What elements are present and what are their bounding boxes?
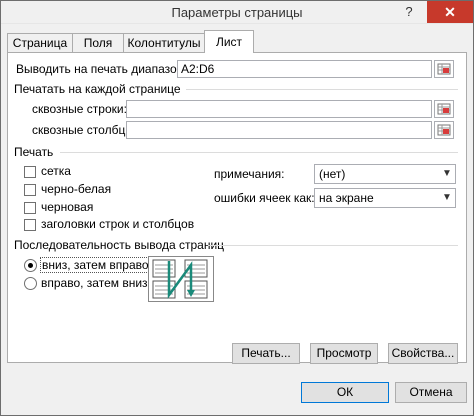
- down-then-over-label: вниз, затем вправо: [40, 257, 151, 273]
- range-selector-icon: [437, 103, 451, 115]
- columns-to-repeat-label: сквозные столбцы:: [32, 123, 138, 137]
- title-bar: Параметры страницы ? ✕: [1, 1, 473, 24]
- ok-button[interactable]: ОК: [301, 382, 389, 403]
- chevron-down-icon: ▼: [442, 192, 452, 203]
- comments-value: (нет): [319, 167, 346, 181]
- black-white-checkbox[interactable]: [24, 184, 36, 196]
- tab-header-footer[interactable]: Колонтитулы: [123, 33, 205, 52]
- section-divider: [208, 245, 458, 246]
- comments-label: примечания:: [214, 167, 285, 181]
- row-col-headings-checkbox[interactable]: [24, 219, 36, 231]
- comments-select[interactable]: (нет) ▼: [314, 164, 456, 184]
- print-preview-button[interactable]: Просмотр: [310, 343, 378, 364]
- black-white-label: черно-белая: [41, 182, 112, 196]
- rows-range-button[interactable]: [434, 100, 454, 118]
- print-titles-heading: Печатать на каждой странице: [14, 82, 181, 96]
- columns-to-repeat-input[interactable]: [126, 121, 432, 139]
- row-col-headings-label: заголовки строк и столбцов: [41, 217, 195, 231]
- tab-margins[interactable]: Поля: [72, 33, 124, 52]
- print-area-input[interactable]: A2:D6: [177, 60, 432, 78]
- draft-quality-label: черновая: [41, 200, 94, 214]
- range-selector-icon: [437, 124, 451, 136]
- print-heading: Печать: [14, 145, 54, 159]
- columns-range-button[interactable]: [434, 121, 454, 139]
- cell-errors-label: ошибки ячеек как:: [214, 191, 315, 205]
- chevron-down-icon: ▼: [442, 168, 452, 179]
- page-setup-dialog: Параметры страницы ? ✕ Страница Поля Кол…: [0, 0, 474, 416]
- down-then-over-radio[interactable]: [24, 259, 37, 272]
- section-divider: [186, 89, 458, 90]
- gridlines-checkbox[interactable]: [24, 166, 36, 178]
- tab-sheet[interactable]: Лист: [204, 30, 254, 53]
- section-divider: [60, 152, 458, 153]
- gridlines-label: сетка: [41, 164, 71, 178]
- cell-errors-select[interactable]: на экране ▼: [314, 188, 456, 208]
- help-button[interactable]: ?: [399, 3, 419, 21]
- print-area-range-button[interactable]: [434, 60, 454, 78]
- print-area-label: Выводить на печать диапазон:: [16, 62, 187, 76]
- cancel-button[interactable]: Отмена: [395, 382, 467, 403]
- close-button[interactable]: ✕: [427, 1, 473, 23]
- range-selector-icon: [437, 63, 451, 75]
- over-then-down-radio[interactable]: [24, 277, 37, 290]
- options-button[interactable]: Свойства...: [388, 343, 458, 364]
- page-order-preview-icon: [148, 256, 214, 302]
- cell-errors-value: на экране: [319, 191, 374, 205]
- tab-page[interactable]: Страница: [7, 33, 73, 52]
- rows-to-repeat-input[interactable]: [126, 100, 432, 118]
- rows-to-repeat-label: сквозные строки:: [32, 102, 127, 116]
- page-order-heading: Последовательность вывода страниц: [14, 238, 225, 252]
- sheet-panel: Выводить на печать диапазон: A2:D6 Печат…: [7, 52, 467, 364]
- over-then-down-label: вправо, затем вниз: [41, 276, 148, 290]
- draft-quality-checkbox[interactable]: [24, 202, 36, 214]
- print-button[interactable]: Печать...: [232, 343, 300, 364]
